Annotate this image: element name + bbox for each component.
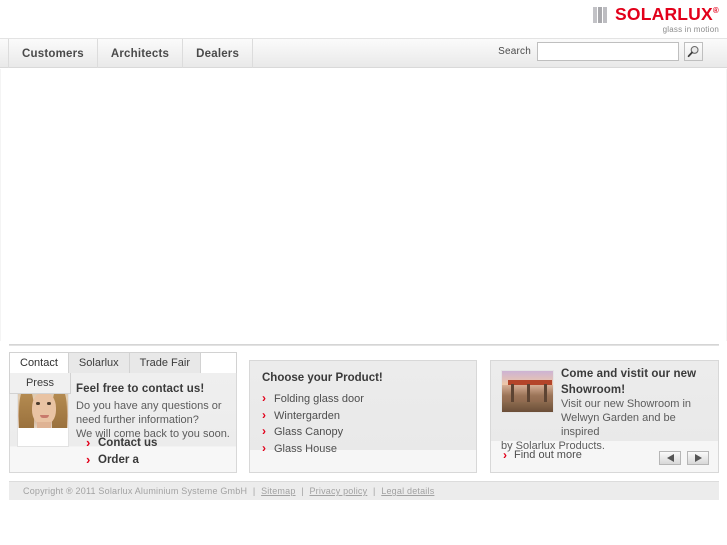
footer-content: Copyright ® 2011 Solarlux Aluminium Syst… bbox=[23, 486, 434, 496]
contact-teaser-body-line2: need further information? bbox=[76, 414, 199, 426]
showroom-heading-line2: Showroom! bbox=[561, 384, 626, 396]
footer-link-privacy-policy[interactable]: Privacy policy bbox=[309, 486, 367, 496]
nav-item-architects[interactable]: Architects bbox=[98, 39, 184, 68]
product-glass-canopy[interactable]: Glass Canopy bbox=[262, 423, 476, 441]
footer-separator-3: | bbox=[373, 486, 376, 496]
carousel-next-button[interactable] bbox=[687, 451, 709, 465]
footer-separator-2: | bbox=[301, 486, 304, 496]
search-input[interactable] bbox=[537, 42, 679, 61]
nav-item-list: Customers Architects Dealers bbox=[8, 39, 254, 68]
footer-link-legal-details[interactable]: Legal details bbox=[381, 486, 434, 496]
product-wintergarden[interactable]: Wintergarden bbox=[262, 407, 476, 425]
logo-tagline: glass in motion bbox=[662, 25, 719, 34]
carousel-prev-button[interactable] bbox=[659, 451, 681, 465]
products-teaser-heading: Choose your Product! bbox=[262, 372, 383, 384]
footer-link-sitemap[interactable]: Sitemap bbox=[261, 486, 295, 496]
logo-text: SOLARLUX® glass in motion bbox=[615, 4, 719, 34]
site-header: SOLARLUX® glass in motion bbox=[0, 0, 727, 38]
contact-teaser-body-line1: Do you have any questions or bbox=[76, 400, 222, 412]
contact-teaser-heading: Feel free to contact us! bbox=[76, 383, 205, 395]
tab-press[interactable]: Press bbox=[9, 373, 71, 394]
tab-solarlux[interactable]: Solarlux bbox=[68, 352, 130, 373]
product-glass-house[interactable]: Glass House bbox=[262, 440, 476, 458]
contact-person-photo bbox=[17, 385, 69, 447]
tab-trade-fair[interactable]: Trade Fair bbox=[129, 352, 201, 373]
page-root: SOLARLUX® glass in motion Customers Arch… bbox=[0, 0, 727, 545]
showroom-body: Visit our new Showroom in Welwyn Garden … bbox=[501, 397, 713, 453]
products-teaser-panel: Choose your Product! Folding glass door … bbox=[249, 360, 477, 473]
logo-bars-icon bbox=[593, 7, 610, 23]
contact-teaser-panel: Contact Solarlux Trade Fair Press Feel f… bbox=[9, 352, 237, 473]
tab-contact[interactable]: Contact bbox=[9, 352, 69, 373]
search-area: Search bbox=[498, 42, 703, 61]
contact-teaser-text: Feel free to contact us! Do you have any… bbox=[76, 383, 234, 441]
logo-wordmark: SOLARLUX® bbox=[615, 4, 719, 24]
tabstrip-filler bbox=[201, 352, 237, 373]
nav-item-customers[interactable]: Customers bbox=[8, 39, 98, 68]
nav-item-dealers[interactable]: Dealers bbox=[183, 39, 254, 68]
showroom-carousel-controls bbox=[659, 451, 709, 465]
showroom-body-line1: Visit our new Showroom in bbox=[561, 398, 692, 410]
main-navigation-bar: Customers Architects Dealers Search bbox=[0, 38, 727, 68]
showroom-heading-line1: Come and vistit our new bbox=[561, 368, 697, 380]
showroom-teaser-panel: Come and vistit our new Showroom! Visit … bbox=[490, 360, 719, 473]
link-find-out-more[interactable]: Find out more bbox=[503, 448, 582, 462]
logo-registered-mark: ® bbox=[712, 6, 719, 16]
search-label: Search bbox=[498, 46, 531, 57]
link-order-brochure[interactable]: Order a bbox=[86, 451, 157, 469]
search-button[interactable] bbox=[684, 42, 703, 61]
solarlux-logo[interactable]: SOLARLUX® glass in motion bbox=[593, 4, 719, 34]
footer-copyright: Copyright ® 2011 Solarlux Aluminium Syst… bbox=[23, 486, 248, 496]
product-folding-glass-door[interactable]: Folding glass door bbox=[262, 390, 476, 408]
site-footer: Copyright ® 2011 Solarlux Aluminium Syst… bbox=[9, 481, 719, 500]
link-contact-us[interactable]: Contact us bbox=[86, 434, 157, 452]
showroom-body-line2: Welwyn Garden and be inspired bbox=[561, 412, 676, 438]
contact-tabstrip: Contact Solarlux Trade Fair bbox=[9, 352, 237, 373]
arrow-right-icon bbox=[694, 454, 702, 462]
footer-separator-1: | bbox=[252, 486, 256, 496]
contact-link-list: Contact us Order a bbox=[86, 434, 157, 469]
showroom-heading: Come and vistit our new Showroom! bbox=[561, 368, 713, 400]
search-icon bbox=[687, 45, 699, 58]
main-stage-area bbox=[0, 69, 727, 341]
product-list: Folding glass door Wintergarden Glass Ca… bbox=[250, 390, 476, 458]
section-divider bbox=[9, 344, 719, 346]
showroom-thumbnail bbox=[501, 370, 554, 413]
teaser-row: Contact Solarlux Trade Fair Press Feel f… bbox=[9, 352, 719, 476]
arrow-left-icon bbox=[666, 454, 674, 462]
